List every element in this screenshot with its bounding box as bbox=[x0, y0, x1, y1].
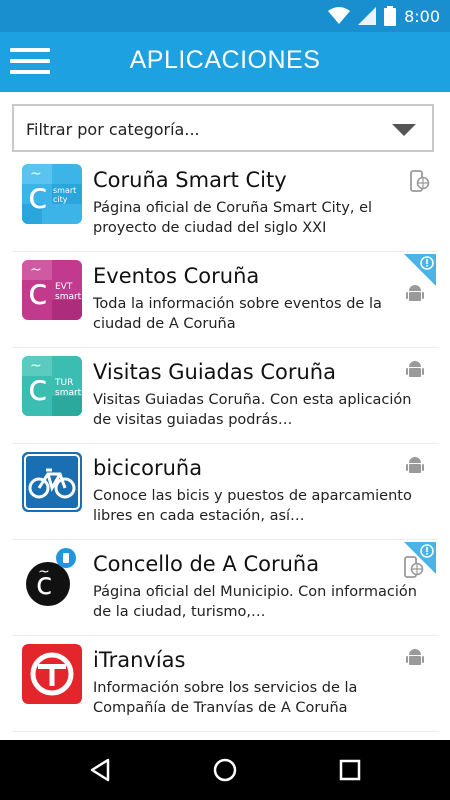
back-icon[interactable] bbox=[86, 756, 114, 784]
android-icon bbox=[406, 649, 424, 665]
app-title: Visitas Guiadas Coruña bbox=[93, 360, 336, 384]
android-icon bbox=[406, 285, 424, 301]
app-description: Toda la información sobre eventos de la … bbox=[93, 296, 382, 332]
web-icon bbox=[410, 170, 430, 192]
list-item[interactable]: c ~ smart city Coruña Smart City Página … bbox=[12, 156, 438, 252]
svg-text:c: c bbox=[28, 368, 48, 409]
bicicoruna-app-icon bbox=[22, 452, 82, 512]
page-title: APLICACIONES bbox=[129, 46, 321, 74]
svg-text:~: ~ bbox=[30, 166, 42, 182]
home-icon[interactable] bbox=[211, 756, 239, 784]
app-description: Información sobre los servicios de la Co… bbox=[93, 680, 358, 716]
android-icon bbox=[406, 361, 424, 377]
recent-apps-icon[interactable] bbox=[336, 756, 364, 784]
new-badge-icon bbox=[404, 254, 436, 286]
svg-text:~: ~ bbox=[38, 564, 50, 580]
icon-caption: TUR smart bbox=[55, 378, 82, 398]
list-item[interactable]: c ~ Concello de A Coruña Página oficial … bbox=[12, 540, 438, 636]
itranvias-app-icon bbox=[22, 644, 82, 704]
app-title: Eventos Coruña bbox=[93, 264, 260, 288]
category-filter-placeholder: Filtrar por categoría... bbox=[26, 120, 200, 139]
list-item[interactable]: c ~ EVT smart Eventos Coruña Toda la inf… bbox=[12, 252, 438, 348]
svg-text:~: ~ bbox=[30, 358, 42, 374]
status-icons: 8:00 bbox=[328, 6, 440, 26]
app-title: Concello de A Coruña bbox=[93, 552, 320, 576]
wifi-icon bbox=[328, 7, 351, 24]
list-item[interactable]: bicicoruña Conoce las bicis y puestos de… bbox=[12, 444, 438, 540]
navigation-bar bbox=[0, 740, 450, 800]
icon-caption: smart city bbox=[53, 186, 77, 204]
status-bar: 8:00 bbox=[0, 0, 450, 32]
eventos-coruna-app-icon: c ~ EVT smart bbox=[22, 260, 82, 320]
svg-text:~: ~ bbox=[30, 262, 42, 278]
svg-text:c: c bbox=[28, 176, 48, 217]
coruna-smart-city-app-icon: c ~ smart city bbox=[22, 164, 82, 224]
status-time: 8:00 bbox=[404, 6, 440, 26]
dropdown-arrow-icon bbox=[392, 124, 416, 136]
app-description: Página oficial del Municipio. Con inform… bbox=[93, 584, 417, 620]
app-title: bicicoruña bbox=[93, 456, 203, 480]
icon-caption: EVT smart bbox=[55, 282, 82, 302]
visitas-guiadas-app-icon: c ~ TUR smart bbox=[22, 356, 82, 416]
app-description: Conoce las bicis y puestos de aparcamien… bbox=[93, 488, 412, 524]
app-bar: APLICACIONES bbox=[0, 32, 450, 92]
list-item[interactable]: iTranvías Información sobre los servicio… bbox=[12, 636, 438, 732]
app-title: Coruña Smart City bbox=[93, 168, 287, 192]
concello-coruna-app-icon: c ~ bbox=[22, 548, 82, 608]
battery-icon bbox=[384, 6, 397, 26]
category-filter-dropdown[interactable]: Filtrar por categoría... bbox=[12, 104, 434, 152]
signal-icon bbox=[358, 7, 377, 25]
list-item[interactable]: c ~ TUR smart Visitas Guiadas Coruña Vis… bbox=[12, 348, 438, 444]
app-title: iTranvías bbox=[93, 648, 186, 672]
android-icon bbox=[406, 457, 424, 473]
svg-text:c: c bbox=[28, 272, 48, 313]
app-description: Página oficial de Coruña Smart City, el … bbox=[93, 200, 373, 236]
app-description: Visitas Guiadas Coruña. Con esta aplicac… bbox=[93, 392, 412, 428]
web-icon bbox=[404, 556, 424, 578]
app-list: c ~ smart city Coruña Smart City Página … bbox=[0, 156, 450, 732]
